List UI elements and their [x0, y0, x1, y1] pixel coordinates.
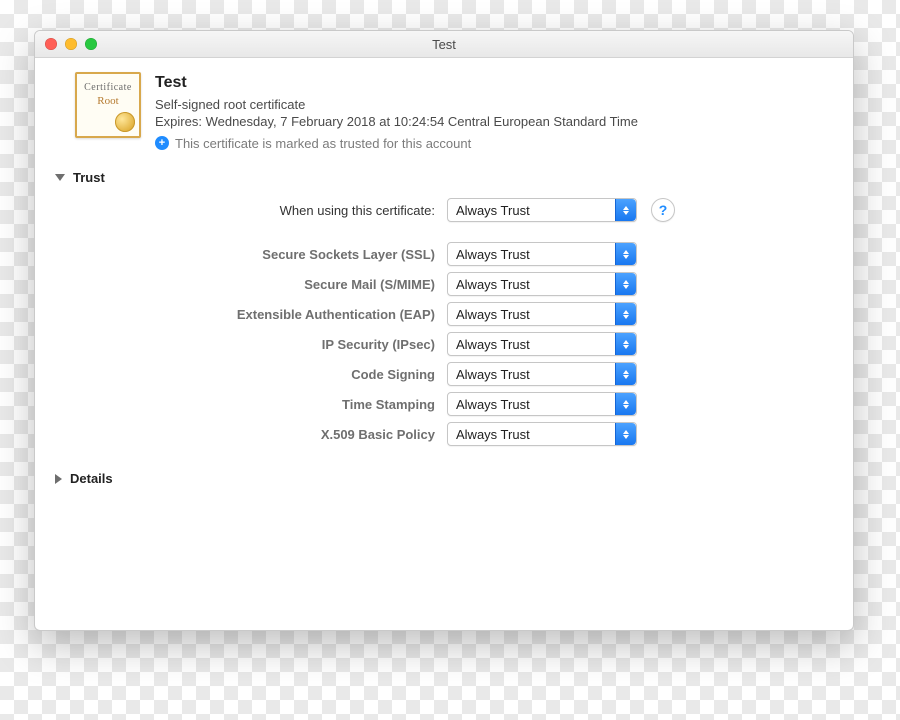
details-disclosure[interactable]: Details: [55, 471, 833, 486]
plus-badge-icon: +: [155, 136, 169, 150]
trust-disclosure[interactable]: Trust: [55, 170, 833, 185]
trust-policy-value: Always Trust: [456, 307, 530, 322]
stepper-arrows-icon: [615, 273, 636, 295]
trust-policy-select[interactable]: Always Trust: [447, 302, 637, 326]
minimize-icon[interactable]: [65, 38, 77, 50]
stepper-arrows-icon: [615, 333, 636, 355]
trust-policy-select[interactable]: Always Trust: [447, 362, 637, 386]
trust-policy-select[interactable]: Always Trust: [447, 272, 637, 296]
traffic-lights: [45, 38, 97, 50]
trust-form: When using this certificate: Always Trus…: [75, 195, 813, 449]
content: Certificate Root Test Self-signed root c…: [35, 58, 853, 630]
trust-policy-label: Secure Mail (S/MIME): [75, 277, 447, 292]
trust-section-label: Trust: [73, 170, 105, 185]
trust-policy-select[interactable]: Always Trust: [447, 242, 637, 266]
certificate-name: Test: [155, 72, 833, 94]
certificate-header: Certificate Root Test Self-signed root c…: [75, 72, 833, 152]
trust-policy-row: Time Stamping Always Trust: [75, 389, 813, 419]
trust-policy-value: Always Trust: [456, 367, 530, 382]
trust-policy-select[interactable]: Always Trust: [447, 392, 637, 416]
trust-policy-label: Code Signing: [75, 367, 447, 382]
stepper-arrows-icon: [615, 393, 636, 415]
disclosure-triangle-open-icon: [55, 174, 65, 181]
window: Test Certificate Root Test Self-signed r…: [34, 30, 854, 631]
certificate-icon-title: Certificate: [84, 82, 132, 93]
trust-policy-value: Always Trust: [456, 397, 530, 412]
trust-default-select[interactable]: Always Trust: [447, 198, 637, 222]
trust-default-value: Always Trust: [456, 203, 530, 218]
trust-default-row: When using this certificate: Always Trus…: [75, 195, 813, 225]
certificate-kind: Self-signed root certificate: [155, 96, 833, 114]
stepper-arrows-icon: [615, 303, 636, 325]
stepper-arrows-icon: [615, 423, 636, 445]
trust-policy-label: Extensible Authentication (EAP): [75, 307, 447, 322]
trust-policy-row: Code Signing Always Trust: [75, 359, 813, 389]
help-glyph: ?: [659, 202, 668, 218]
close-icon[interactable]: [45, 38, 57, 50]
trust-policy-row: IP Security (IPsec) Always Trust: [75, 329, 813, 359]
disclosure-triangle-closed-icon: [55, 474, 62, 484]
certificate-trust-status-row: + This certificate is marked as trusted …: [155, 135, 833, 153]
zoom-icon[interactable]: [85, 38, 97, 50]
details-section-label: Details: [70, 471, 113, 486]
certificate-trust-status: This certificate is marked as trusted fo…: [175, 135, 471, 153]
certificate-icon: Certificate Root: [75, 72, 141, 138]
certificate-expires: Expires: Wednesday, 7 February 2018 at 1…: [155, 113, 833, 131]
trust-policy-row: Secure Mail (S/MIME) Always Trust: [75, 269, 813, 299]
trust-policy-label: IP Security (IPsec): [75, 337, 447, 352]
trust-policy-label: Secure Sockets Layer (SSL): [75, 247, 447, 262]
trust-policy-label: X.509 Basic Policy: [75, 427, 447, 442]
trust-policy-label: Time Stamping: [75, 397, 447, 412]
trust-policy-value: Always Trust: [456, 247, 530, 262]
seal-icon: [115, 112, 135, 132]
certificate-meta: Test Self-signed root certificate Expire…: [155, 72, 833, 152]
trust-policy-select[interactable]: Always Trust: [447, 422, 637, 446]
trust-policy-value: Always Trust: [456, 277, 530, 292]
stepper-arrows-icon: [615, 243, 636, 265]
trust-default-label: When using this certificate:: [75, 203, 447, 218]
stepper-arrows-icon: [615, 363, 636, 385]
trust-policy-value: Always Trust: [456, 337, 530, 352]
trust-policy-row: Extensible Authentication (EAP) Always Tr…: [75, 299, 813, 329]
certificate-icon-script: Root: [97, 95, 118, 107]
trust-policy-value: Always Trust: [456, 427, 530, 442]
titlebar: Test: [35, 31, 853, 58]
trust-policy-row: Secure Sockets Layer (SSL) Always Trust: [75, 239, 813, 269]
window-title: Test: [432, 37, 456, 52]
help-button[interactable]: ?: [651, 198, 675, 222]
trust-policy-row: X.509 Basic Policy Always Trust: [75, 419, 813, 449]
stepper-arrows-icon: [615, 199, 636, 221]
trust-policy-select[interactable]: Always Trust: [447, 332, 637, 356]
